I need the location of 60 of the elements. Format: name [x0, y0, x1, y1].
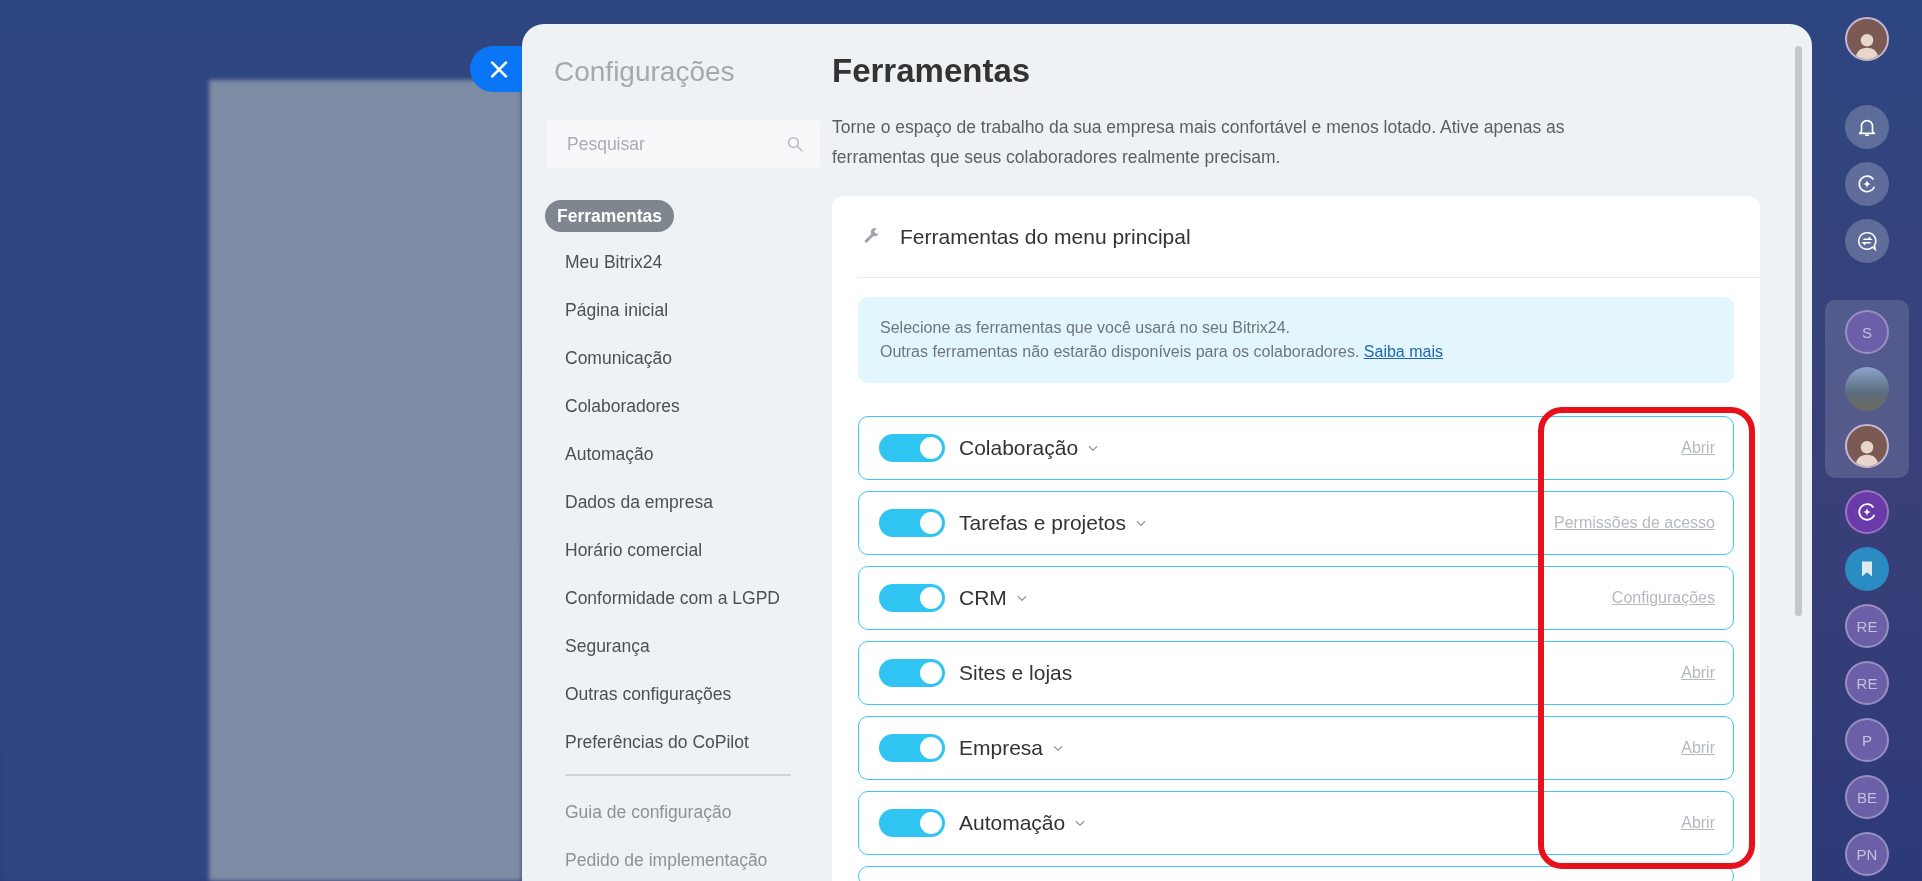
- menu-link[interactable]: Pedido de implementação: [555, 844, 778, 876]
- menu-item[interactable]: Ferramentas: [545, 200, 675, 232]
- swirl-icon: [1856, 173, 1878, 195]
- chat-button[interactable]: [1845, 219, 1889, 263]
- toggle-switch[interactable]: [879, 509, 945, 537]
- menu-item[interactable]: Segurança: [555, 630, 660, 662]
- menu-item[interactable]: Horário comercial: [555, 534, 713, 566]
- toggle-switch[interactable]: [879, 809, 945, 837]
- menu-item[interactable]: Meu Bitrix24: [555, 246, 673, 278]
- action-link[interactable]: Abrir: [1681, 739, 1715, 757]
- section-title: Ferramentas do menu principal: [900, 224, 1191, 249]
- tool-name: Automação: [959, 811, 1066, 835]
- action-link[interactable]: Abrir: [1681, 664, 1715, 682]
- tool-name: Sites e lojas: [959, 661, 1073, 685]
- toggle-switch[interactable]: [879, 659, 945, 687]
- menu-item[interactable]: Conformidade com a LGPD: [555, 582, 790, 614]
- toggle-switch[interactable]: [879, 584, 945, 612]
- sidebar-title: Configurações: [554, 56, 735, 88]
- info-text: Outras ferramentas não estarão disponíveis para os colaboradores.: [880, 343, 1361, 360]
- action-link[interactable]: Configurações: [1611, 589, 1715, 607]
- avatar-silhouette[interactable]: [1845, 424, 1889, 468]
- menu-item[interactable]: Outras configurações: [555, 678, 742, 710]
- copilot-chat-button[interactable]: [1845, 490, 1889, 534]
- bookmarks-button[interactable]: [1845, 547, 1889, 591]
- copilot-button[interactable]: [1845, 162, 1889, 206]
- action-link[interactable]: Abrir: [1681, 439, 1715, 457]
- avatar-silhouette[interactable]: [1845, 17, 1889, 61]
- tool-name: Colaboração: [959, 436, 1079, 460]
- close-button[interactable]: ×: [470, 46, 522, 92]
- toggle-switch[interactable]: [879, 734, 945, 762]
- chat-avatar[interactable]: P: [1845, 718, 1889, 762]
- landscape-avatar[interactable]: [1845, 367, 1889, 411]
- chat-avatar[interactable]: S: [1845, 310, 1889, 354]
- toggle-switch[interactable]: [879, 434, 945, 462]
- tool-name: Tarefas e projetos: [959, 511, 1126, 535]
- search-icon: [786, 135, 804, 153]
- chat-avatar[interactable]: BE: [1845, 775, 1889, 819]
- menu-item[interactable]: Comunicação: [555, 342, 682, 374]
- chat-avatar[interactable]: RE: [1845, 604, 1889, 648]
- search-field[interactable]: Pesquisar: [547, 120, 820, 168]
- menu-item[interactable]: Automação: [555, 438, 664, 470]
- page-description: Torne o espaço de trabalho da sua empresa mais confortável e menos lotado. Ative apenas as ferramentas que seus colaboradores realmente precisam.: [832, 116, 1566, 169]
- tool-name: Empresa: [959, 736, 1044, 760]
- tool-name: CRM: [959, 586, 1007, 610]
- learn-more-link[interactable]: Saiba mais: [1363, 343, 1443, 360]
- menu-item[interactable]: Página inicial: [555, 294, 679, 326]
- scrollbar[interactable]: [1795, 46, 1802, 616]
- action-link[interactable]: Abrir: [1681, 814, 1715, 832]
- chat-avatar[interactable]: PN: [1845, 832, 1889, 876]
- action-link[interactable]: Permissões de acesso: [1554, 514, 1715, 532]
- notifications-button[interactable]: [1845, 105, 1889, 149]
- menu-item[interactable]: Dados da empresa: [555, 486, 723, 518]
- info-text: Selecione as ferramentas que você usará no seu Bitrix24.: [880, 318, 1291, 338]
- chat-avatar[interactable]: RE: [1845, 661, 1889, 705]
- swirl-icon: [1856, 501, 1878, 523]
- menu-item[interactable]: Preferências do CoPilot: [555, 726, 759, 758]
- page-title: Ferramentas: [832, 52, 1032, 90]
- menu-item[interactable]: Colaboradores: [555, 390, 690, 422]
- chat-arrows-icon: [1856, 230, 1878, 252]
- menu-link[interactable]: Guia de configuração: [555, 796, 742, 828]
